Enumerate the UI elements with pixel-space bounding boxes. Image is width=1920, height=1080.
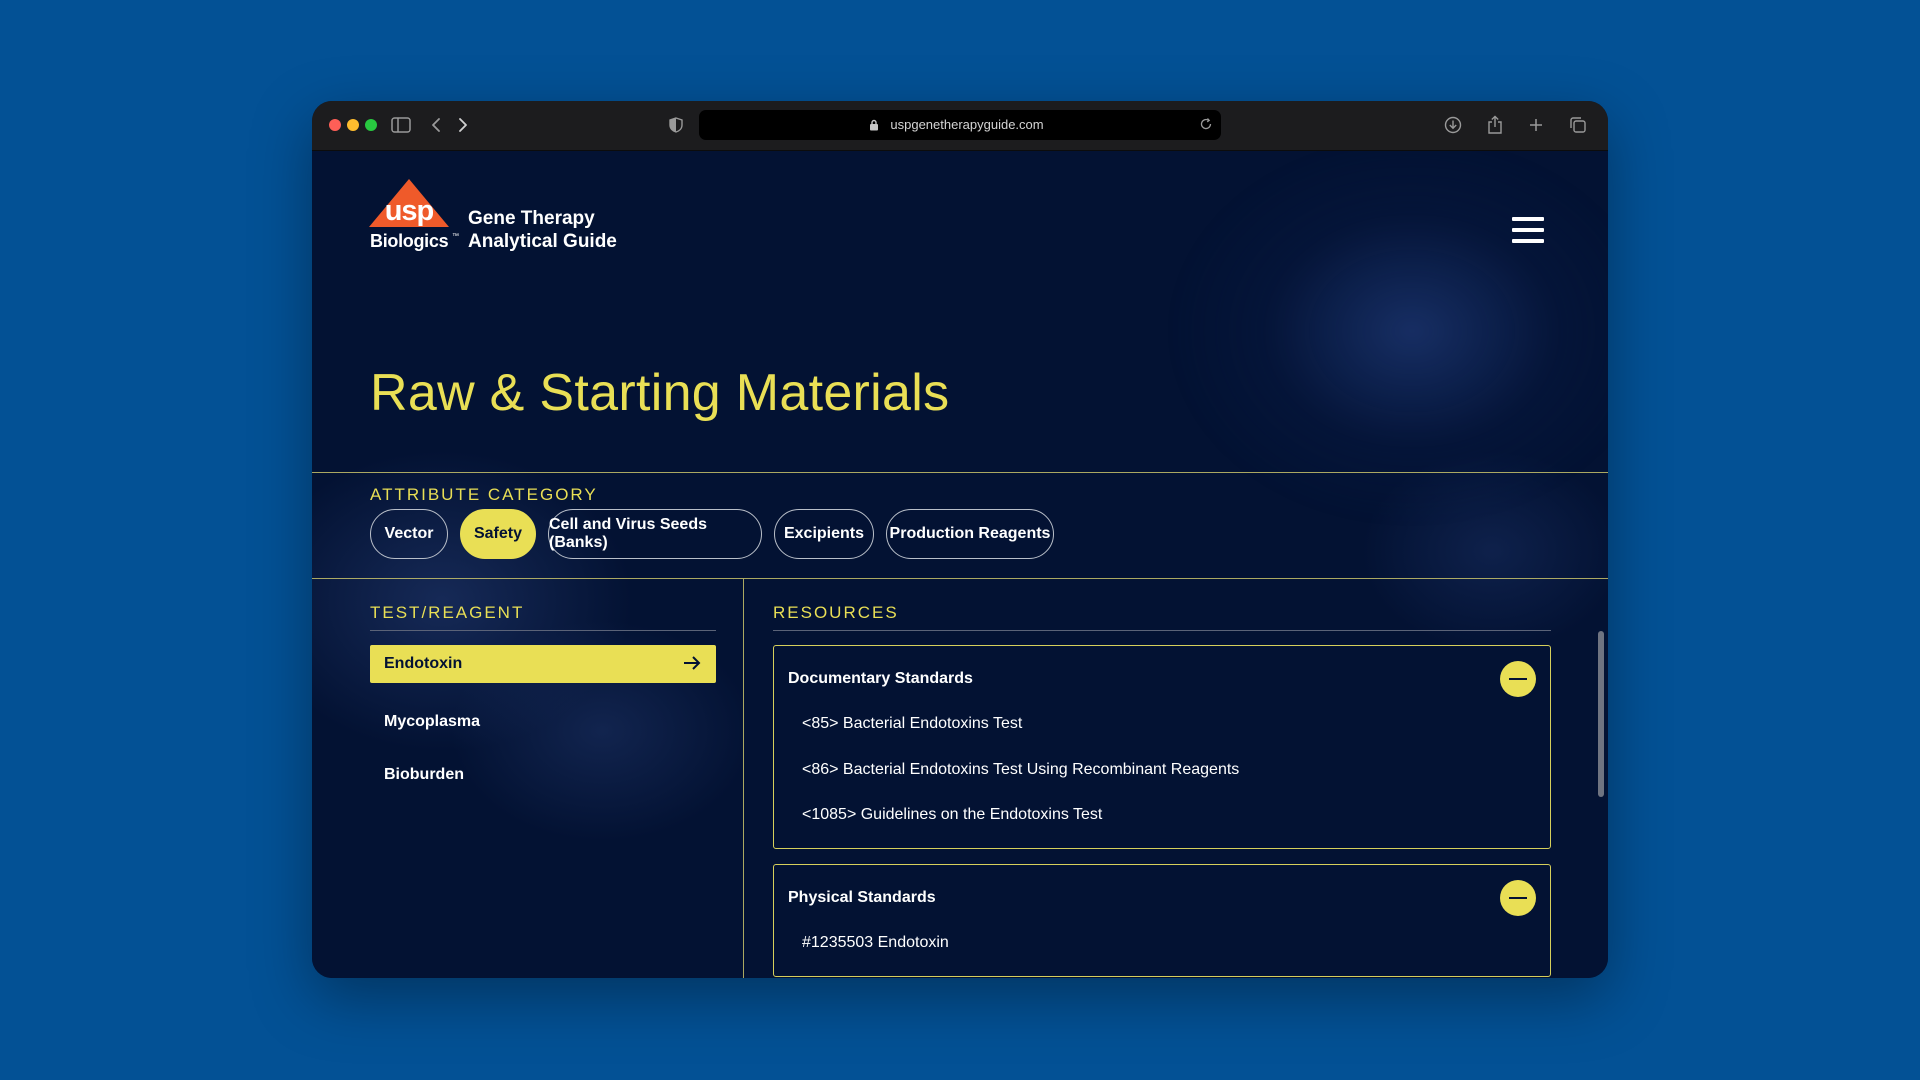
back-icon[interactable] [424,113,448,137]
address-bar[interactable]: uspgenetherapyguide.com [699,110,1221,140]
address-url: uspgenetherapyguide.com [890,117,1044,132]
brand-wordmark: Biologics [370,231,449,251]
resource-link[interactable]: <85> Bacterial Endotoxins Test [802,715,1022,733]
test-item-bioburden[interactable]: Bioburden [384,766,464,784]
collapse-minus-icon[interactable] [1500,880,1536,916]
privacy-shield-icon[interactable] [664,113,688,137]
usp-logo[interactable]: usp [369,179,455,234]
test-item-mycoplasma[interactable]: Mycoplasma [384,713,480,731]
test-reagent-label: TEST/REAGENT [370,603,525,622]
site-title-line2: Analytical Guide [468,231,617,252]
resource-link[interactable]: <86> Bacterial Endotoxins Test Using Rec… [802,761,1239,779]
scrollbar[interactable] [1598,631,1604,797]
resources-underline [773,630,1551,631]
pill-production-reagents[interactable]: Production Reagents [886,509,1054,559]
minimize-window-button[interactable] [347,119,359,131]
site-title[interactable]: Gene Therapy Analytical Guide [468,207,617,253]
resource-link[interactable]: <1085> Guidelines on the Endotoxins Test [802,806,1102,824]
divider [312,578,1608,579]
pill-vector[interactable]: Vector [370,509,448,559]
download-icon[interactable] [1441,113,1465,137]
test-item-endotoxin[interactable]: Endotoxin [370,645,716,683]
sidebar-toggle-icon[interactable] [389,113,413,137]
site-title-line1: Gene Therapy [468,208,595,229]
card-title-physical-standards: Physical Standards [788,889,936,906]
page-content: usp Biologics ™ Gene Therapy Analytical … [312,151,1608,978]
reload-icon[interactable] [1199,117,1213,136]
pill-safety[interactable]: Safety [460,509,536,559]
browser-window: uspgenetherapyguide.com usp Biologics ™ … [312,101,1608,978]
brand-trademark: ™ [452,233,459,240]
test-reagent-underline [370,630,716,631]
column-divider [743,579,744,978]
arrow-right-icon [682,654,702,677]
browser-toolbar: uspgenetherapyguide.com [312,101,1608,151]
share-icon[interactable] [1483,113,1507,137]
tab-overview-icon[interactable] [1566,113,1590,137]
card-title-documentary-standards: Documentary Standards [788,670,973,687]
close-window-button[interactable] [329,119,341,131]
page-title: Raw & Starting Materials [370,364,950,422]
usp-logo-text: usp [385,195,434,227]
maximize-window-button[interactable] [365,119,377,131]
test-item-label: Endotoxin [384,655,463,672]
pill-excipients[interactable]: Excipients [774,509,874,559]
new-tab-icon[interactable] [1524,113,1548,137]
pill-cell-and-virus-seeds[interactable]: Cell and Virus Seeds (Banks) [548,509,762,559]
resource-link[interactable]: #1235503 Endotoxin [802,934,949,952]
forward-icon[interactable] [451,113,475,137]
attribute-category-label: ATTRIBUTE CATEGORY [370,485,598,504]
menu-icon[interactable] [1512,217,1544,243]
physical-standards-card: Physical Standards #1235503 Endotoxin [773,864,1551,977]
documentary-standards-card: Documentary Standards <85> Bacterial End… [773,645,1551,849]
collapse-minus-icon[interactable] [1500,661,1536,697]
resources-label: RESOURCES [773,603,899,622]
divider [312,472,1608,473]
